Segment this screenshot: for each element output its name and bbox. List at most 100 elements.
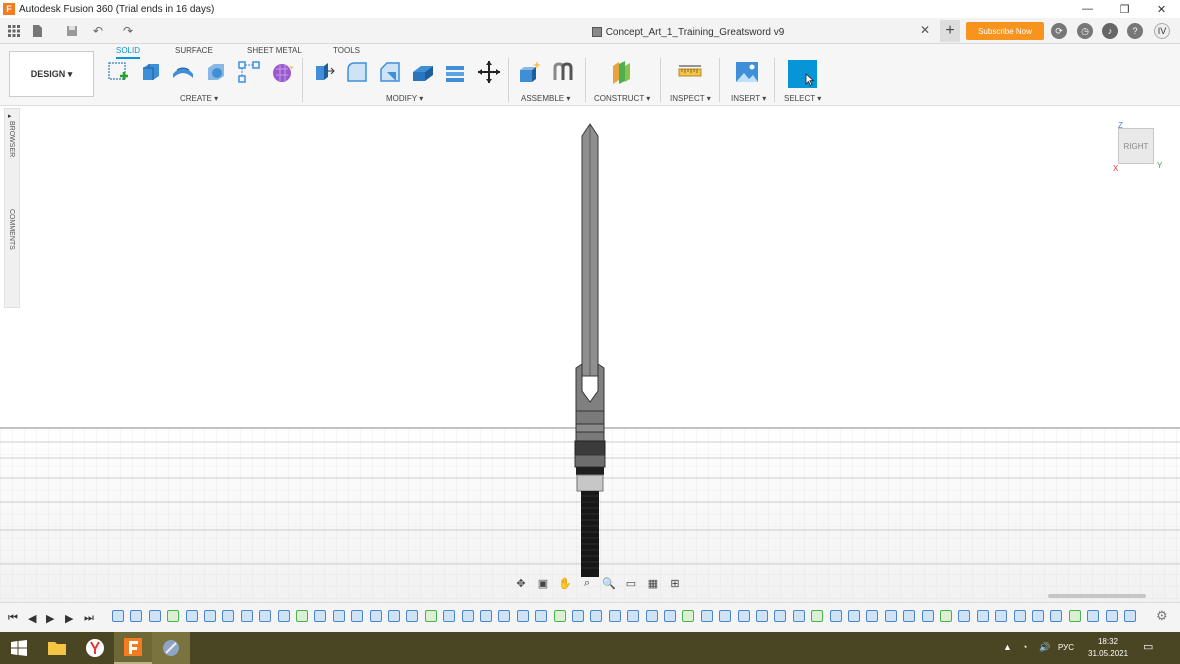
- press-pull-icon[interactable]: [312, 60, 336, 84]
- timeline-feature[interactable]: [185, 610, 198, 622]
- timeline-feature[interactable]: [756, 610, 768, 622]
- zoom-icon[interactable]: ⌕: [576, 575, 598, 591]
- timeline-feature[interactable]: [645, 610, 658, 622]
- tab-sheet-metal[interactable]: SHEET METAL: [247, 46, 302, 55]
- browser-panel-toggle[interactable]: BROWSER: [8, 121, 15, 157]
- timeline-feature[interactable]: [903, 610, 916, 622]
- timeline-feature[interactable]: [332, 610, 345, 622]
- timeline-feature[interactable]: [351, 610, 364, 622]
- timeline-feature[interactable]: [1087, 610, 1100, 622]
- play-icon[interactable]: ▶: [46, 612, 54, 625]
- timeline-feature[interactable]: [940, 610, 952, 622]
- timeline-feature[interactable]: [1050, 610, 1063, 622]
- yandex-browser-button[interactable]: [76, 632, 114, 664]
- timeline-feature[interactable]: [1124, 610, 1136, 622]
- modify-group-label[interactable]: MODIFY ▾: [386, 94, 423, 103]
- select-group-label[interactable]: SELECT ▾: [784, 94, 821, 103]
- notifications-icon[interactable]: ♪: [1102, 23, 1118, 39]
- tab-surface[interactable]: SURFACE: [175, 46, 213, 55]
- timeline-feature[interactable]: [388, 610, 400, 622]
- restore-button[interactable]: ❐: [1106, 0, 1143, 18]
- revolve-icon[interactable]: [171, 60, 195, 84]
- create-group-label[interactable]: CREATE ▾: [180, 94, 218, 103]
- timeline-feature[interactable]: [572, 610, 584, 622]
- timeline-feature[interactable]: [167, 610, 180, 622]
- fillet-icon[interactable]: [345, 60, 369, 84]
- timeline-feature[interactable]: [1013, 610, 1026, 622]
- subscribe-button[interactable]: Subscribe Now: [966, 22, 1044, 40]
- fusion-taskbar-button[interactable]: [114, 632, 152, 664]
- help-icon[interactable]: ?: [1127, 23, 1143, 39]
- volume-icon[interactable]: 🔊: [1039, 642, 1050, 653]
- timeline-feature[interactable]: [627, 610, 640, 622]
- rectangular-pattern-icon[interactable]: [237, 60, 261, 84]
- chamfer-icon[interactable]: [378, 60, 402, 84]
- timeline-feature[interactable]: [443, 610, 456, 622]
- shell-icon[interactable]: [411, 60, 435, 84]
- job-status-icon[interactable]: ◷: [1077, 23, 1093, 39]
- fit-icon[interactable]: 🔍: [598, 575, 620, 591]
- timeline-feature[interactable]: [792, 610, 805, 622]
- minimize-button[interactable]: —: [1069, 0, 1106, 18]
- tab-solid[interactable]: SOLID: [116, 46, 141, 59]
- go-to-end-icon[interactable]: ⏭: [84, 612, 94, 625]
- start-button[interactable]: [0, 632, 38, 664]
- timeline-feature[interactable]: [204, 610, 216, 622]
- timeline-feature[interactable]: [884, 610, 897, 622]
- look-at-icon[interactable]: ▣: [532, 575, 554, 591]
- file-explorer-button[interactable]: [38, 632, 76, 664]
- move-copy-icon[interactable]: [477, 60, 501, 84]
- step-back-icon[interactable]: ◀: [28, 612, 36, 625]
- timeline-feature[interactable]: [480, 610, 492, 622]
- timeline-feature[interactable]: [535, 610, 548, 622]
- timeline-feature[interactable]: [424, 610, 437, 622]
- app-grid-icon[interactable]: [6, 23, 22, 39]
- timeline-feature[interactable]: [406, 610, 419, 622]
- network-icon[interactable]: ◔: [1022, 642, 1027, 652]
- combine-icon[interactable]: [444, 60, 468, 84]
- document-tab[interactable]: Concept_Art_1_Training_Greatsword v9: [440, 21, 936, 43]
- timeline-feature[interactable]: [369, 610, 382, 622]
- step-forward-icon[interactable]: ▶: [65, 612, 73, 625]
- pan-icon[interactable]: ✋: [554, 575, 576, 591]
- close-tab-button[interactable]: ✕: [920, 23, 930, 37]
- workspace-switcher[interactable]: DESIGN ▾: [9, 51, 94, 97]
- app-taskbar-button[interactable]: [152, 632, 190, 664]
- comments-panel-toggle[interactable]: COMMENTS: [8, 209, 15, 250]
- timeline-feature[interactable]: [222, 610, 235, 622]
- timeline-feature[interactable]: [737, 610, 750, 622]
- timeline-feature[interactable]: [296, 610, 308, 622]
- timeline-feature[interactable]: [719, 610, 732, 622]
- timeline-scrollbar[interactable]: [1048, 594, 1146, 598]
- timeline-feature[interactable]: [148, 610, 161, 622]
- offset-plane-icon[interactable]: [609, 60, 633, 84]
- timeline-feature[interactable]: [1068, 610, 1081, 622]
- redo-icon[interactable]: ↷: [120, 23, 136, 39]
- close-window-button[interactable]: ✕: [1143, 0, 1180, 18]
- view-cube[interactable]: RIGHT: [1118, 128, 1154, 164]
- sweep-icon[interactable]: [204, 60, 228, 84]
- insert-image-icon[interactable]: [735, 60, 759, 84]
- language-indicator[interactable]: РУС: [1058, 643, 1074, 652]
- undo-icon[interactable]: ↶: [90, 23, 106, 39]
- extensions-icon[interactable]: ⟳: [1051, 23, 1067, 39]
- viewports-icon[interactable]: ⊞: [664, 575, 686, 591]
- timeline-feature[interactable]: [958, 610, 971, 622]
- timeline-feature[interactable]: [112, 610, 124, 622]
- timeline-feature[interactable]: [682, 610, 695, 622]
- inspect-group-label[interactable]: INSPECT ▾: [670, 94, 711, 103]
- expand-browser-icon[interactable]: ▸: [8, 112, 12, 120]
- timeline-feature[interactable]: [664, 610, 676, 622]
- timeline-feature[interactable]: [130, 610, 143, 622]
- timeline-feature[interactable]: [829, 610, 842, 622]
- select-button[interactable]: [788, 60, 817, 88]
- create-form-icon[interactable]: [270, 60, 294, 84]
- timeline-feature[interactable]: [608, 610, 621, 622]
- timeline-feature[interactable]: [774, 610, 787, 622]
- new-tab-button[interactable]: +: [940, 20, 960, 42]
- timeline-feature[interactable]: [240, 610, 253, 622]
- timeline-feature[interactable]: [259, 610, 272, 622]
- display-settings-icon[interactable]: ▭: [620, 575, 642, 591]
- tab-tools[interactable]: TOOLS: [333, 46, 360, 55]
- avatar[interactable]: IV: [1154, 23, 1170, 39]
